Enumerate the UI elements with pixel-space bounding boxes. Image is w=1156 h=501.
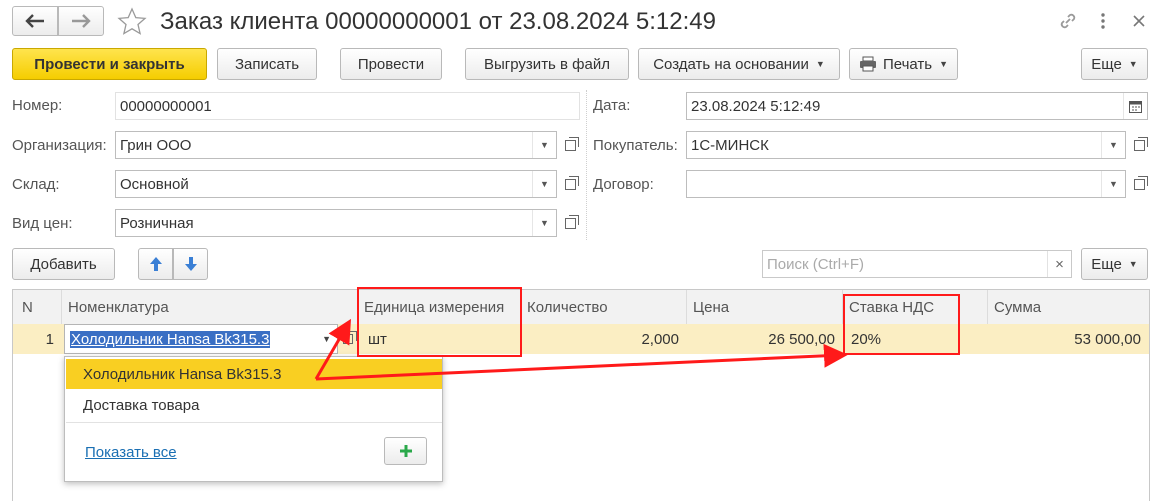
annotation-arrows [314, 318, 848, 381]
annotation-arrow-to-vat [315, 343, 848, 381]
annotation-arrow-to-unit [314, 318, 352, 380]
